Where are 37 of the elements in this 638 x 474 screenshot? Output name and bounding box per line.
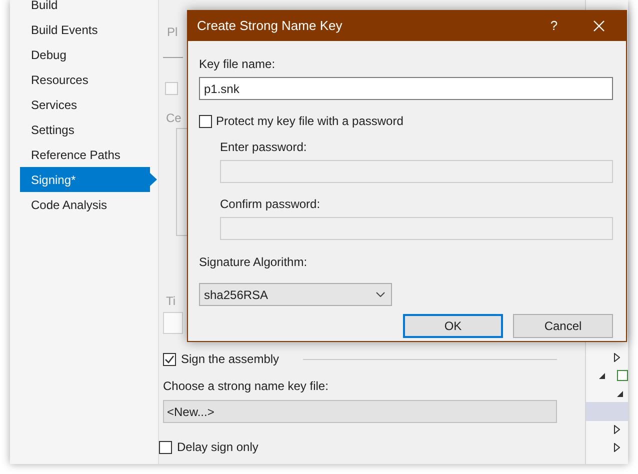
button[interactable] <box>163 312 183 334</box>
collapse-arrow-icon <box>617 391 623 397</box>
sidebar-item[interactable]: Signing* <box>20 167 157 192</box>
sidebar-item[interactable]: Build Events <box>20 17 157 42</box>
field-label: Ti <box>166 293 176 310</box>
sidebar-item[interactable]: Resources <box>20 67 157 92</box>
checkbox-label: Delay sign only <box>177 439 258 456</box>
section-heading: Pl <box>167 24 178 41</box>
algorithm-dropdown[interactable]: sha256RSA <box>199 283 392 306</box>
key-file-dropdown[interactable]: <New...> <box>163 400 557 423</box>
dialog-title: Create Strong Name Key <box>197 17 344 36</box>
sidebar-item[interactable]: Build <box>20 0 157 17</box>
cancel-button[interactable]: Cancel <box>513 314 613 338</box>
sidebar-item[interactable]: Settings <box>20 117 157 142</box>
checkbox-label: Protect my key file with a password <box>216 113 404 130</box>
field-label: Key file name: <box>199 56 276 71</box>
sidebar-item[interactable]: Code Analysis <box>20 192 157 217</box>
field-label: Choose a strong name key file: <box>163 378 330 393</box>
sidebar-item[interactable]: Reference Paths <box>20 142 157 167</box>
checkbox[interactable] <box>199 114 212 128</box>
expand-arrow-icon <box>614 353 620 362</box>
field-label: Signature Algorithm: <box>199 254 308 269</box>
help-button[interactable]: ? <box>544 16 564 36</box>
ok-button[interactable]: OK <box>403 314 503 338</box>
selected-row[interactable] <box>586 402 628 421</box>
checkbox[interactable] <box>163 352 176 366</box>
checkbox[interactable] <box>159 440 172 454</box>
field-label: Confirm password: <box>220 196 322 211</box>
key-file-name-field[interactable]: p1.snk <box>199 77 613 100</box>
sidebar-item[interactable]: Debug <box>20 42 157 67</box>
field-label: Enter password: <box>220 139 308 154</box>
close-icon[interactable] <box>593 20 605 32</box>
sidebar-item[interactable]: Services <box>20 92 157 117</box>
checkbox-label: Sign the assembly <box>181 351 280 368</box>
collapse-arrow-icon <box>599 373 605 379</box>
group-label: Ce <box>166 110 182 127</box>
caret-icon <box>376 292 385 297</box>
